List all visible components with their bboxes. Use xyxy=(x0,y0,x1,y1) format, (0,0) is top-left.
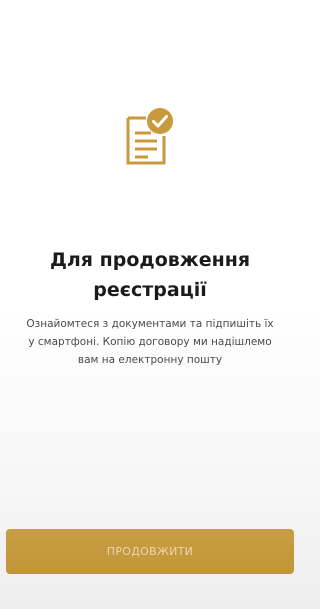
document-check-icon xyxy=(126,108,173,165)
page-title: Для продовження реєстрації xyxy=(49,249,251,301)
continue-button[interactable]: ПРОДОВЖИТИ xyxy=(6,529,294,574)
registration-continue-screen: Для продовження реєстрації Ознайомтеся з… xyxy=(0,0,300,609)
instructions-text: Ознайомтеся з документами та підпишіть ї… xyxy=(26,318,274,366)
